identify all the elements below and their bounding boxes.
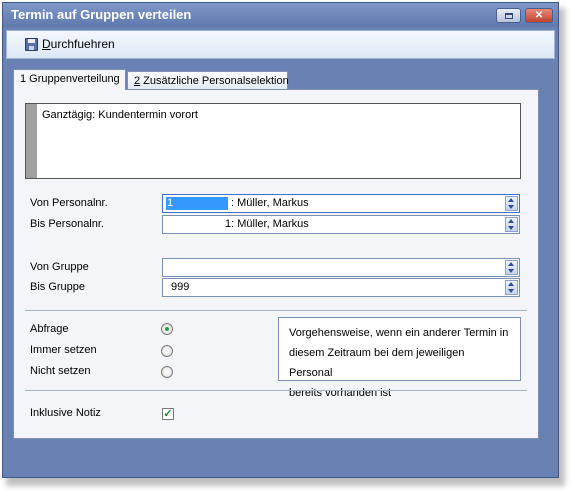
restore-button[interactable] — [496, 8, 521, 23]
divider — [25, 390, 527, 391]
info-line-1: Vorgehensweise, wenn ein anderer Termin … — [289, 327, 509, 339]
selection-highlight — [166, 197, 228, 210]
checkmark-icon: ✓ — [163, 408, 173, 420]
bis-personalnr-value: 1: Müller, Markus — [225, 218, 309, 230]
spin-icon[interactable] — [505, 217, 518, 232]
restore-icon — [504, 12, 513, 19]
execute-button[interactable]: Durchfuehren — [25, 37, 115, 51]
close-button[interactable]: ✕ — [525, 8, 553, 23]
von-personalnr-number: 1 — [167, 197, 174, 209]
tab-personalselektion[interactable]: 2 Zusätzliche Personalselektion — [127, 71, 289, 91]
execute-label: Durchfuehren — [42, 37, 115, 51]
von-personalnr-field[interactable]: 1 : Müller, Markus — [162, 194, 520, 213]
bis-personalnr-label: Bis Personalnr. — [30, 218, 104, 230]
nicht-setzen-radio[interactable] — [161, 366, 173, 378]
von-personalnr-label: Von Personalnr. — [30, 197, 108, 209]
abfrage-label: Abfrage — [30, 323, 69, 335]
inklusive-notiz-checkbox[interactable]: ✓ — [162, 408, 174, 420]
info-line-3: bereits vorhanden ist — [289, 387, 392, 399]
memo-indicator-bar — [26, 104, 37, 178]
abfrage-radio[interactable] — [161, 323, 173, 335]
spin-icon[interactable] — [505, 280, 518, 295]
memo-field[interactable]: Ganztägig: Kundentermin vorort — [25, 103, 521, 179]
inklusive-notiz-label: Inklusive Notiz — [30, 407, 101, 419]
window-title: Termin auf Gruppen verteilen — [11, 7, 192, 22]
nicht-setzen-label: Nicht setzen — [30, 365, 91, 377]
info-box: Vorgehensweise, wenn ein anderer Termin … — [278, 317, 521, 399]
tab-gruppenverteilung-label: 1 Gruppenverteilung — [20, 73, 120, 85]
toolbar: Durchfuehren — [6, 30, 555, 59]
von-gruppe-label: Von Gruppe — [30, 261, 89, 273]
title-bar[interactable]: Termin auf Gruppen verteilen ✕ — [3, 3, 558, 27]
von-personalnr-name: : Müller, Markus — [231, 197, 309, 209]
spin-icon[interactable] — [505, 260, 518, 275]
von-gruppe-field[interactable] — [162, 258, 520, 277]
tab-panel: Ganztägig: Kundentermin vorort Von Perso… — [13, 89, 539, 439]
immer-setzen-radio[interactable] — [161, 345, 173, 357]
immer-setzen-label: Immer setzen — [30, 344, 97, 356]
bis-gruppe-label: Bis Gruppe — [30, 281, 86, 293]
save-disk-icon — [25, 37, 38, 51]
memo-text: Ganztägig: Kundentermin vorort — [42, 109, 198, 121]
bis-personalnr-field[interactable]: 1: Müller, Markus — [162, 215, 520, 234]
bis-gruppe-value: 999 — [171, 281, 190, 293]
bis-gruppe-field[interactable]: 999 — [162, 278, 520, 297]
tab-personalselektion-label: 2 Zusätzliche Personalselektion — [134, 75, 289, 87]
tab-gruppenverteilung[interactable]: 1 Gruppenverteilung — [13, 69, 126, 90]
divider — [25, 310, 527, 311]
spin-icon[interactable] — [505, 196, 518, 211]
close-icon: ✕ — [534, 10, 544, 21]
info-line-2: diesem Zeitraum bei dem jeweiligen Perso… — [289, 347, 465, 379]
